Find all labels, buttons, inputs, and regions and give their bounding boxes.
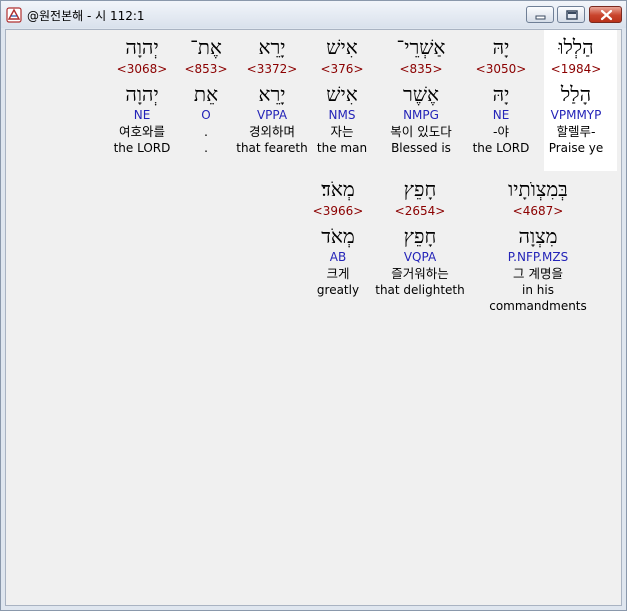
- window-title: @원전본해 - 시 112:1: [27, 9, 145, 23]
- korean-gloss: 크게: [326, 266, 350, 281]
- hebrew-root: מִצְוָה: [518, 224, 558, 248]
- word-cell[interactable]: בְּמִצְוֺתָיו <4687> מִצְוָה P.NFP.MZS 그 계명을…: [478, 177, 598, 313]
- word-cell[interactable]: מְאֹד׃ <3966> מְאֹד AB 크게 greatly: [278, 178, 398, 298]
- english-gloss: in his commandments: [489, 283, 587, 313]
- close-icon: [600, 9, 613, 21]
- hebrew-root: מְאֹד: [321, 224, 355, 248]
- app-logo-icon: [6, 7, 22, 23]
- strong-number: <3966>: [312, 204, 364, 218]
- word-cell[interactable]: יְהוָה <3068> יְהוָה NE 여호와를 the LORD: [82, 36, 202, 156]
- korean-gloss: 여호와를: [118, 124, 165, 139]
- hebrew-root: יְהוָה: [125, 82, 159, 106]
- morphology-code: P.NFP.MZS: [507, 250, 569, 264]
- korean-gloss: 그 계명을: [513, 266, 563, 281]
- interlinear-panel[interactable]: הַלְלוּ <1984> הָלַל VPMMYP 할렐루- Praise ye יָה…: [5, 29, 622, 606]
- morphology-code: AB: [329, 250, 347, 264]
- hebrew-word: מְאֹד׃: [321, 177, 355, 201]
- maximize-icon: [566, 10, 578, 20]
- english-gloss: greatly: [316, 283, 360, 297]
- strong-number: <4687>: [512, 204, 564, 218]
- app-window: @원전본해 - 시 112:1 הַלְלוּ <1984> הָלַל VPMMYP…: [0, 0, 627, 611]
- hebrew-word: בְּמִצְוֺתָיו: [508, 177, 568, 201]
- minimize-button[interactable]: [526, 6, 554, 23]
- minimize-icon: [535, 15, 546, 20]
- maximize-button[interactable]: [557, 6, 585, 23]
- close-button[interactable]: [589, 6, 622, 23]
- strong-number: <3068>: [116, 62, 168, 76]
- hebrew-word: יְהוָה: [125, 35, 159, 59]
- title-bar[interactable]: @원전본해 - 시 112:1: [1, 1, 626, 28]
- english-gloss: the LORD: [113, 141, 171, 155]
- morphology-code: NE: [133, 108, 151, 122]
